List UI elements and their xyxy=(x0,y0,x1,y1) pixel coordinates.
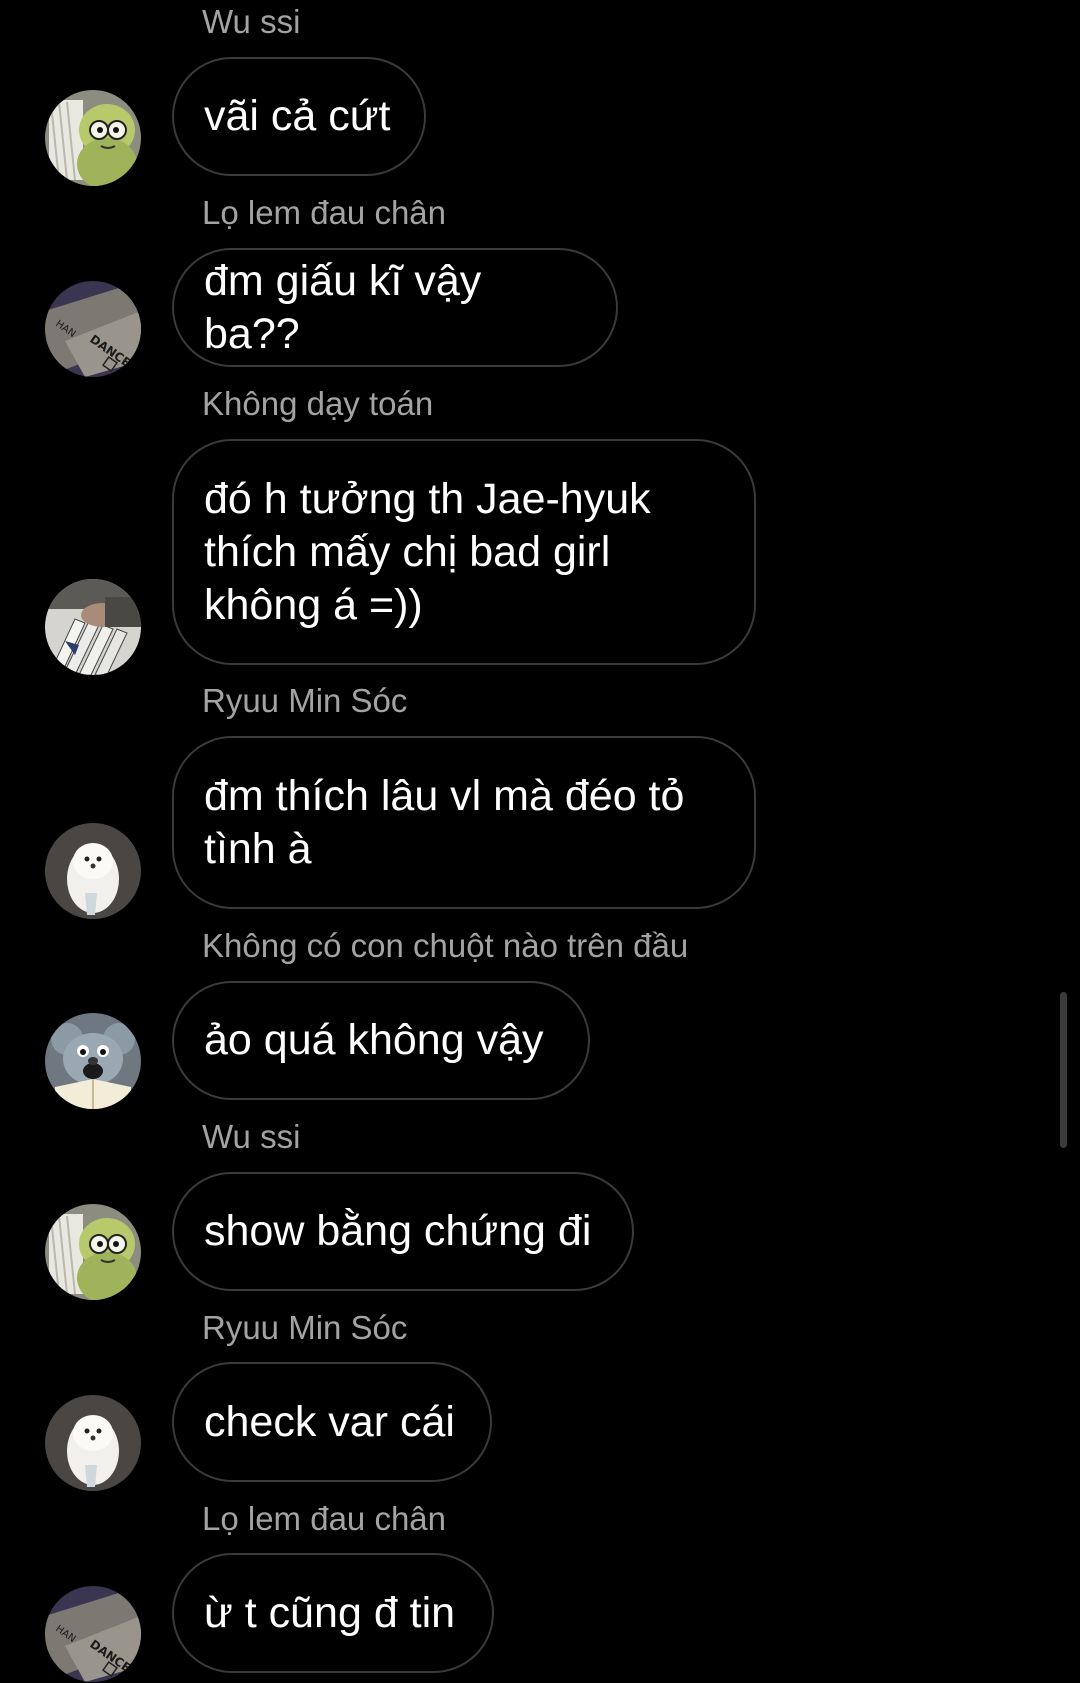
rat-avatar-icon[interactable] xyxy=(45,1013,141,1109)
message-bubble[interactable]: check var cái xyxy=(172,1362,492,1482)
white-dog-avatar-icon[interactable] xyxy=(45,1395,141,1491)
sender-name[interactable]: Lọ lem đau chân xyxy=(202,1499,446,1539)
frog-avatar-icon[interactable] xyxy=(45,90,141,186)
message-bubble[interactable]: đm thích lâu vl mà đéo tỏ tình à xyxy=(172,736,756,909)
frog-avatar-icon[interactable] xyxy=(45,1204,141,1300)
message-bubble[interactable]: đó h tưởng th Jae-hyuk thích mấy chị bad… xyxy=(172,439,756,665)
sender-name[interactable]: Wu ssi xyxy=(202,2,300,42)
white-dog-avatar-icon[interactable] xyxy=(45,823,141,919)
message-bubble[interactable]: ừ t cũng đ tin xyxy=(172,1553,494,1673)
records-avatar-icon[interactable] xyxy=(45,579,141,675)
sender-name[interactable]: Ryuu Min Sóc xyxy=(202,681,407,721)
message-bubble[interactable]: show bằng chứng đi xyxy=(172,1172,634,1291)
message-bubble[interactable]: đm giấu kĩ vậy ba?? xyxy=(172,248,618,367)
sender-name[interactable]: Wu ssi xyxy=(202,1117,300,1157)
sender-name[interactable]: Lọ lem đau chân xyxy=(202,193,446,233)
sender-name[interactable]: Ryuu Min Sóc xyxy=(202,1308,407,1348)
sender-name[interactable]: Không có con chuột nào trên đầu xyxy=(202,926,688,966)
message-bubble[interactable]: vãi cả cứt xyxy=(172,57,426,176)
chat-thread[interactable]: Wu ssi vãi cả cứt Lọ lem đau chân đm giấ… xyxy=(0,0,1080,1683)
dance-poster-avatar-icon[interactable]: HAN DANCE xyxy=(45,1586,141,1682)
dance-poster-avatar-icon[interactable]: HAN DANCE xyxy=(45,281,141,377)
message-bubble[interactable]: ảo quá không vậy xyxy=(172,981,590,1100)
sender-name[interactable]: Không dạy toán xyxy=(202,384,433,424)
scrollbar-thumb[interactable] xyxy=(1060,992,1067,1148)
